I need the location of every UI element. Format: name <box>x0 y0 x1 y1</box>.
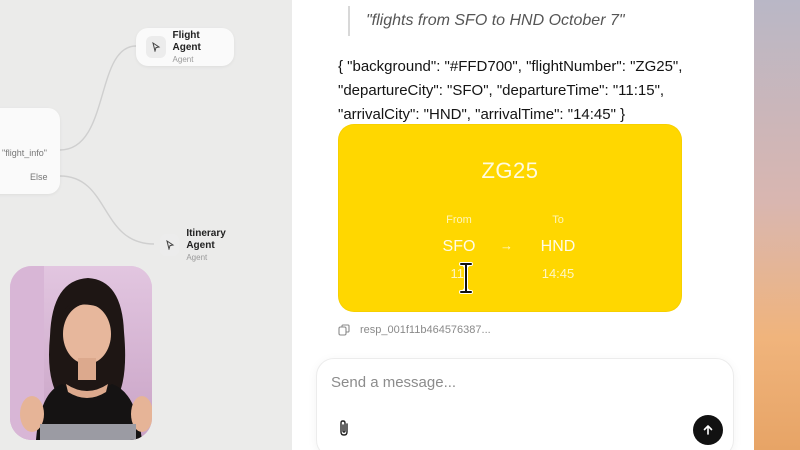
to-label: To <box>552 214 564 226</box>
flight-number: ZG25 <box>481 158 539 183</box>
itinerary-agent-title: Itinerary Agent <box>186 227 226 251</box>
json-output-line: { "background": "#FFD700", "flightNumber… <box>338 58 683 75</box>
desktop-backdrop <box>754 0 800 450</box>
json-output-line: "arrivalCity": "HND", "arrivalTime": "14… <box>338 106 626 123</box>
message-composer <box>316 358 734 450</box>
presenter-video <box>10 266 152 440</box>
chat-panel: "flights from SFO to HND October 7" { "b… <box>292 0 754 450</box>
branch-condition-label: "flight_info" <box>2 148 47 158</box>
itinerary-agent-node[interactable]: Itinerary Agent Agent <box>150 226 258 264</box>
route-arrow: → <box>500 238 513 253</box>
json-output-line: "departureCity": "SFO", "departureTime":… <box>338 82 665 99</box>
arrow-up-icon <box>703 425 713 435</box>
send-button[interactable] <box>693 415 723 445</box>
flight-agent-node[interactable]: Flight Agent Agent <box>136 28 234 66</box>
cursor-arrow-icon <box>160 234 180 256</box>
webcam-overlay <box>10 266 152 440</box>
response-id-row: resp_001f11b464576387... <box>338 324 491 336</box>
if-else-node[interactable]: "flight_info" Else <box>0 108 60 194</box>
copy-icon[interactable] <box>338 324 350 336</box>
itinerary-agent-subtitle: Agent <box>186 252 208 262</box>
branch-else-label: Else <box>30 172 48 182</box>
flight-card: ZG25 From SFO 11: → To HND 14:45 <box>338 124 682 312</box>
i-beam-cursor-icon <box>458 262 474 299</box>
response-id: resp_001f11b464576387... <box>360 324 491 336</box>
flight-agent-title: Flight Agent <box>172 29 201 53</box>
arrival-city: HND <box>540 238 576 255</box>
flight-agent-subtitle: Agent <box>172 54 194 64</box>
message-input[interactable] <box>331 371 711 393</box>
cursor-arrow-icon <box>146 36 166 58</box>
paperclip-icon[interactable] <box>337 419 351 442</box>
user-message-quote: "flights from SFO to HND October 7" <box>348 6 625 36</box>
from-label: From <box>446 214 472 226</box>
arrival-time: 14:45 <box>541 266 575 281</box>
departure-city: SFO <box>442 238 476 255</box>
arrival-column: To HND 14:45 <box>523 214 593 281</box>
